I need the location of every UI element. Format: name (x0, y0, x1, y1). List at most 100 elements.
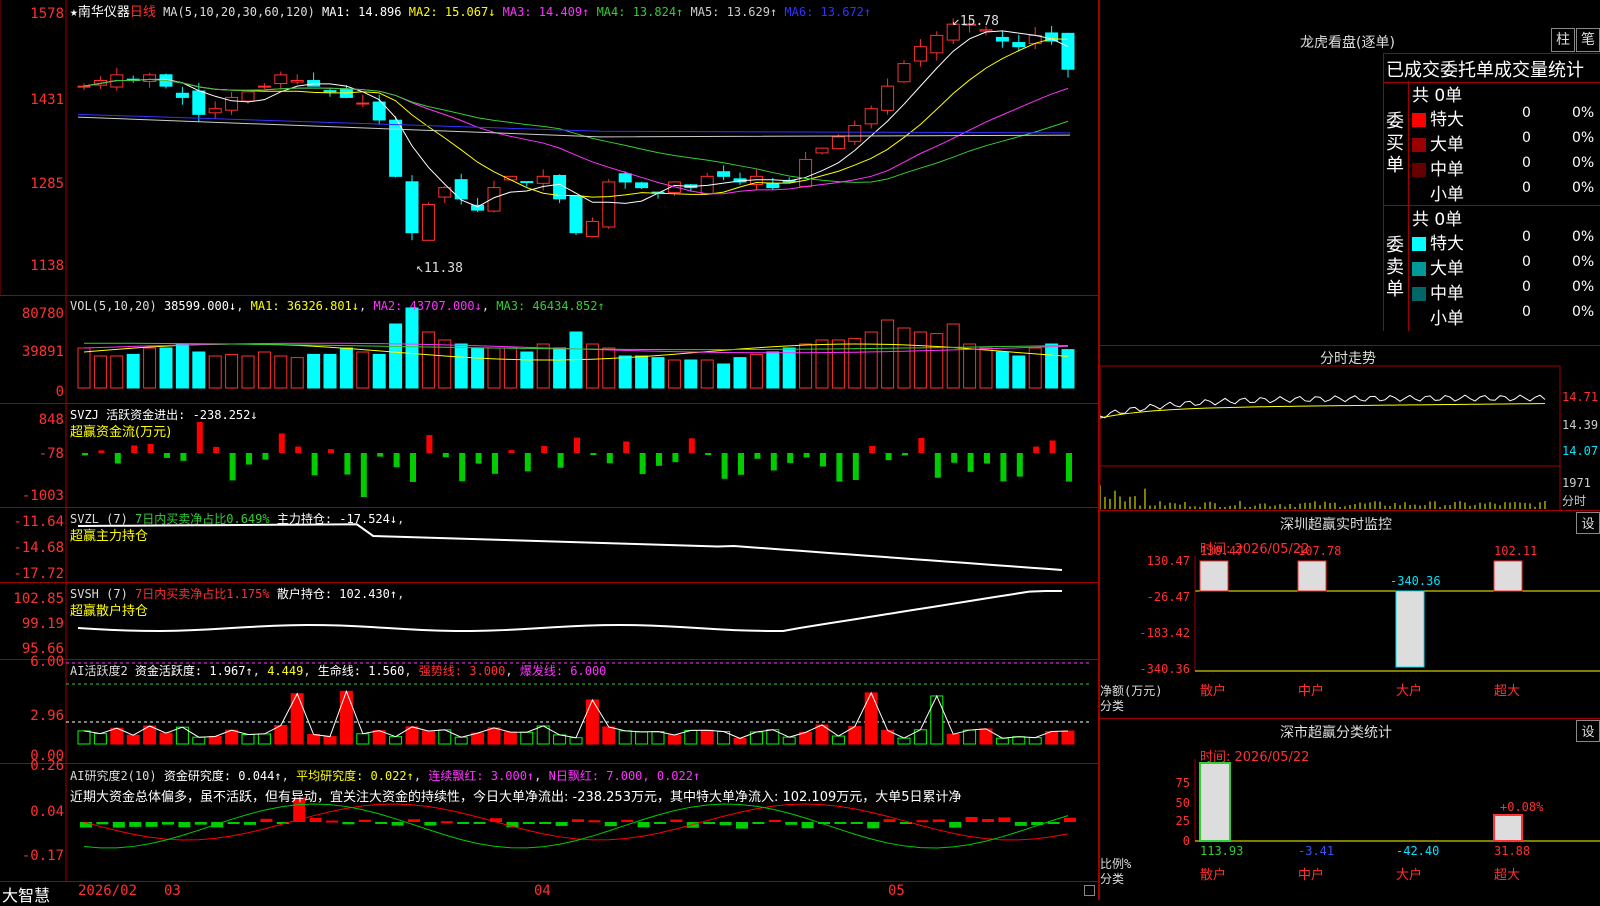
order-row: 中单 0 0% (1412, 155, 1598, 180)
activity-bar (323, 736, 337, 745)
ai-activity-pane[interactable]: AI活跃度2 资金活跃度: 1.967↑, 4.449, 生命线: 1.560,… (0, 654, 1098, 764)
svzl-holding: 主力持仓: -17.524↓ (276, 512, 398, 526)
research-bar (982, 819, 994, 822)
research-line-green (83, 803, 1069, 849)
volume-bar (766, 351, 780, 389)
kline-pane[interactable]: ★南华仪器日线 MA(5,10,20,30,60,120) MA1: 14.89… (0, 0, 1098, 296)
sz-monitor-panel: 深圳超赢实时监控 设 时间: 2026/05/22 130.47 -26.47 -1… (1100, 510, 1600, 719)
activity-bar (995, 737, 1009, 745)
ma-value-3: MA3: 14.409↑ (495, 5, 590, 19)
research-bar (1064, 817, 1076, 822)
flow-bar (114, 453, 121, 464)
flow-bar (1033, 446, 1040, 453)
volume-bar (651, 357, 665, 389)
ai2-ytick: -0.17 (21, 848, 64, 864)
category-label: 散户 (1200, 683, 1226, 699)
research-bar (965, 817, 978, 822)
order-volume: 0 (1522, 105, 1531, 121)
flow-bar (787, 453, 794, 463)
svsh-ratio: 7日内买卖净占比1.175% (135, 587, 270, 601)
research-bar (883, 819, 896, 822)
activity-bar (307, 734, 321, 745)
volume-bar (553, 347, 567, 389)
volume-bar (421, 331, 435, 389)
intraday-tick: 分时 (1562, 494, 1587, 508)
svzj-pane[interactable]: SVZJ 活跃资金进出: -238.252↓ 超赢资金流(万元) 848 -78… (0, 404, 1098, 508)
ma-value-4: MA4: 13.824↑ (589, 5, 684, 19)
flow-bar (852, 453, 859, 480)
activity-bar (110, 727, 124, 745)
svzj-ytick: 848 (38, 412, 64, 428)
volume-bar (700, 359, 714, 389)
research-bar (604, 822, 617, 827)
flow-bar (1066, 453, 1072, 482)
research-bar (1047, 822, 1060, 824)
volume-bar (536, 343, 550, 389)
intraday-panel[interactable]: 分时走势 14.71 14.39 14.07 1971 分时 (1100, 345, 1600, 511)
research-bar (867, 822, 880, 829)
order-tabs[interactable]: 已成交委托单成交量统计 (1383, 53, 1600, 83)
stat-bar-label: -3.41 (1298, 844, 1334, 858)
ma-label: MA(5,10,20,30,60,120) (163, 5, 315, 19)
period-label[interactable]: 日线 (130, 5, 156, 20)
volume-bar (799, 343, 813, 389)
lock-icon[interactable] (1084, 885, 1095, 896)
order-percent: 0% (1572, 304, 1595, 320)
high-price-label: ↙15.78 (952, 14, 999, 29)
order-type: 大单 (1430, 135, 1464, 155)
volume-bar (143, 347, 157, 389)
svsh-pane[interactable]: SVSH (7) 7日内买卖净占比1.175% 散户持仓: 102.430↑, … (0, 583, 1098, 660)
research-bar (703, 822, 716, 824)
intraday-chart[interactable] (1100, 346, 1600, 511)
volume-bar (1061, 349, 1075, 389)
volume-bar (126, 353, 140, 389)
research-bar (998, 817, 1011, 822)
volume-bar (159, 347, 173, 389)
category-label: 中户 (1298, 683, 1324, 699)
stock-name[interactable]: ★南华仪器 (70, 5, 130, 20)
order-color-swatch (1412, 113, 1426, 127)
flow-bar (180, 453, 187, 461)
activity-bar (421, 730, 435, 745)
stat-ytick: 25 (1176, 814, 1190, 828)
kline-chart[interactable] (0, 0, 1098, 296)
flow-bar (1016, 453, 1023, 477)
candle (323, 90, 337, 93)
activity-bar (257, 733, 271, 745)
bar-view-button[interactable]: 柱 (1551, 28, 1575, 52)
ma-values: MA1: 14.896 MA2: 15.067↓ MA3: 14.409↑ MA… (322, 5, 871, 19)
activity-bar (651, 731, 665, 745)
ai2-comment: 近期大资金总体偏多，虽不活跃，但有异动，宜关注大资金的持续性，今日大单净流出: … (70, 790, 962, 805)
flow-bar (164, 453, 170, 458)
flow-bar (213, 446, 220, 453)
volume-bar (225, 353, 239, 389)
order-panel-title: 龙虎看盘(逐单) (1300, 35, 1395, 51)
order-volume: 0 (1522, 304, 1531, 320)
flow-bar (311, 453, 318, 476)
volume-bar (93, 355, 107, 389)
activity-bar (93, 733, 107, 745)
ai1-activity: 资金活跃度: 1.967↑ (134, 664, 253, 678)
ai-research-pane[interactable]: AI研究度2(10) 资金研究度: 0.044↑, 平均研究度: 0.022↑,… (0, 758, 1098, 882)
svzl-pane[interactable]: SVZL (7) 7日内买卖净占比0.649% 主力持仓: -17.524↓, … (0, 508, 1098, 583)
volume-bar (897, 327, 911, 389)
order-percent: 0% (1572, 229, 1595, 245)
flow-bar (738, 453, 744, 475)
volume-bar (881, 319, 895, 389)
stat-bar (1493, 814, 1523, 842)
activity-bar (667, 734, 681, 745)
volume-pane[interactable]: VOL(5,10,20) 38599.000↓, MA1: 36326.801↓… (0, 296, 1098, 404)
category-label: 中户 (1298, 867, 1324, 883)
intraday-frame (1100, 365, 1561, 511)
volume-header: VOL(5,10,20) 38599.000↓, MA1: 36326.801↓… (70, 299, 605, 313)
vol-ma1: MA1: 36326.801↓ (250, 299, 360, 313)
research-bar (555, 822, 568, 826)
ma5-line (77, 116, 1071, 138)
candle (930, 34, 944, 54)
order-percent: 0% (1572, 130, 1595, 146)
monitor-bar-label: -340.36 (1390, 574, 1441, 588)
order-volume: 0 (1522, 279, 1531, 295)
monitor-bar (1395, 590, 1425, 668)
tab-label[interactable]: 已成交委托单成交量统计 (1386, 56, 1584, 82)
tick-view-button[interactable]: 笔 (1576, 28, 1600, 52)
